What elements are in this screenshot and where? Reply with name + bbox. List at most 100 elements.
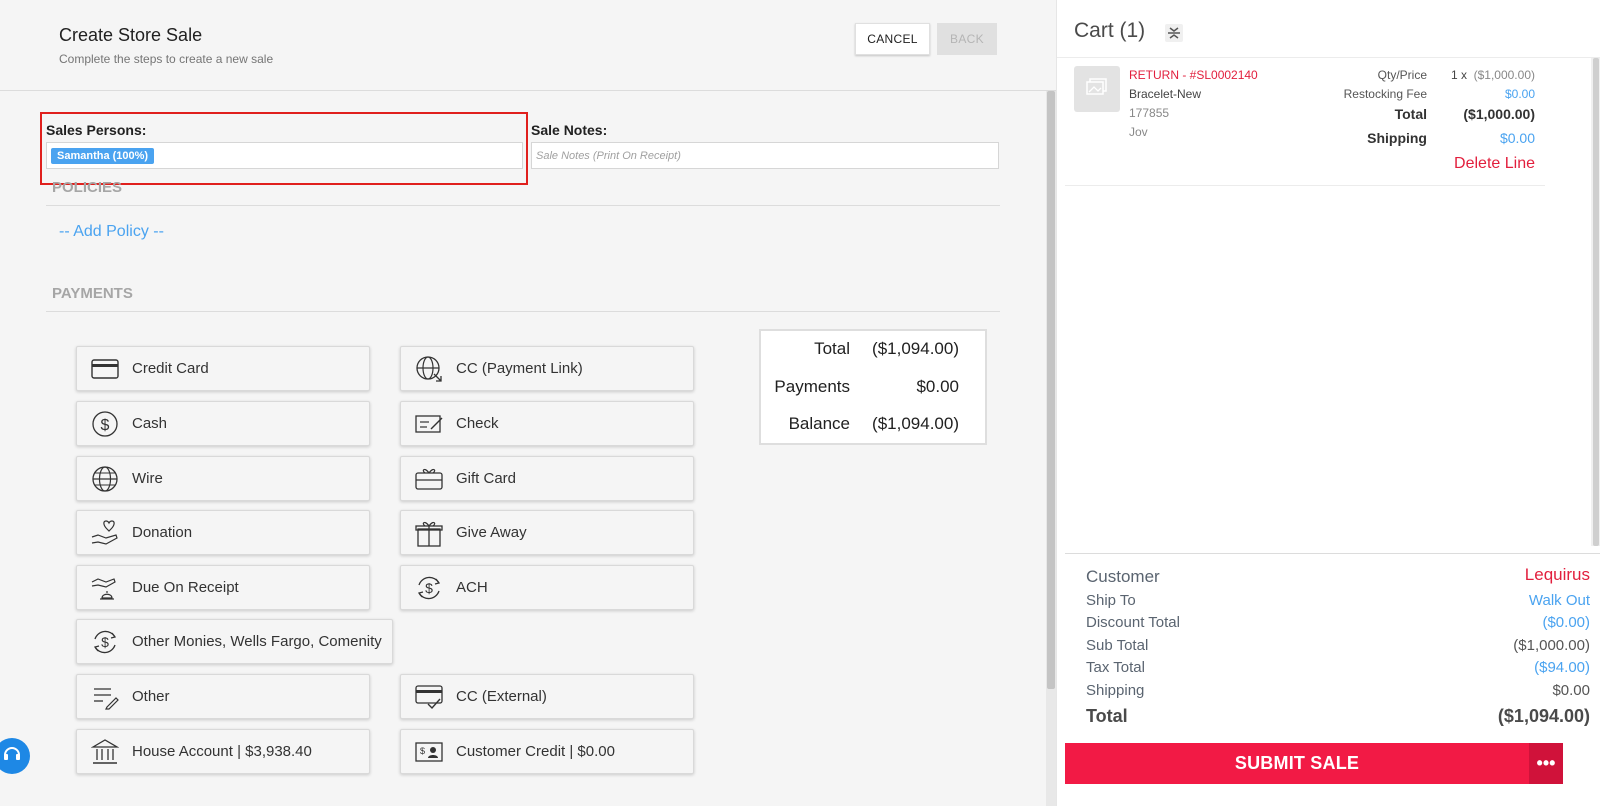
cart-panel: Cart (1) RETURN - #SL0002140 Bracelet-Ne… (1056, 0, 1600, 806)
totals-total-label: Total (814, 339, 850, 358)
cart-header-divider (1057, 57, 1600, 58)
ach-icon: $ (413, 572, 445, 604)
ship-to-label: Ship To (1086, 592, 1136, 609)
payments-divider (46, 311, 1000, 312)
image-placeholder-icon (1086, 77, 1108, 101)
globe-link-icon (413, 353, 445, 385)
payment-totals: Total ($1,094.00) Payments $0.00 Balance… (759, 329, 987, 445)
page-header: Create Store Sale Complete the steps to … (0, 0, 1056, 91)
due-receipt-icon (89, 572, 121, 604)
payment-wire-button[interactable]: Wire (76, 456, 370, 501)
main-panel: Create Store Sale Complete the steps to … (0, 0, 1056, 806)
payment-gift-card-button[interactable]: Gift Card (400, 456, 694, 501)
payment-give-away-button[interactable]: Give Away (400, 510, 694, 555)
payment-donation-button[interactable]: Donation (76, 510, 370, 555)
payment-label: House Account | $3,938.40 (132, 743, 312, 760)
delete-line-button[interactable]: Delete Line (1454, 155, 1535, 173)
totals-balance-label: Balance (788, 414, 850, 433)
product-thumbnail (1074, 66, 1120, 112)
payment-cc-external-button[interactable]: CC (External) (400, 674, 694, 719)
payment-ach-button[interactable]: $ ACH (400, 565, 694, 610)
totals-payments-value: $0.00 (916, 377, 959, 396)
payment-cc-link-button[interactable]: CC (Payment Link) (400, 346, 694, 391)
cancel-button[interactable]: CANCEL (855, 23, 930, 55)
payment-other-monies-button[interactable]: $ Other Monies, Wells Fargo, Comenity (76, 619, 393, 664)
page-title: Create Store Sale (59, 25, 203, 45)
cart-item-vendor: Jov (1129, 125, 1148, 139)
policies-divider (46, 205, 1000, 206)
cart-item-sku: 177855 (1129, 106, 1170, 120)
sale-notes-input[interactable] (531, 142, 999, 169)
discount-total-value[interactable]: ($0.00) (1542, 614, 1590, 631)
donation-hand-icon (89, 517, 121, 549)
back-button[interactable]: BACK (937, 23, 997, 55)
totals-total-value: ($1,094.00) (872, 339, 959, 358)
card-check-icon (413, 681, 445, 713)
payment-label: Gift Card (456, 470, 517, 487)
line-shipping-value[interactable]: $0.00 (1500, 130, 1535, 146)
payment-label: ACH (456, 579, 488, 596)
svg-text:$: $ (425, 580, 433, 596)
payment-label: Check (456, 415, 499, 432)
submit-sale-button[interactable]: SUBMIT SALE (1065, 743, 1529, 784)
payment-label: CC (External) (456, 688, 547, 705)
totals-payments-label: Payments (774, 377, 850, 396)
list-pen-icon (89, 681, 121, 713)
discount-total-label: Discount Total (1086, 614, 1180, 631)
payment-credit-card-button[interactable]: Credit Card (76, 346, 370, 391)
svg-text:$: $ (101, 417, 110, 434)
cart-item-product: Bracelet-New (1129, 87, 1202, 101)
tax-total-label: Tax Total (1086, 659, 1145, 676)
payment-house-account-button[interactable]: House Account | $3,938.40 (76, 729, 370, 774)
shipping-value: $0.00 (1552, 682, 1590, 699)
payment-label: Due On Receipt (132, 579, 239, 596)
dollar-coin-icon: $ (89, 408, 121, 440)
totals-balance-row: Balance ($1,094.00) (761, 414, 985, 438)
payment-label: Give Away (456, 524, 527, 541)
headset-icon (1, 743, 23, 770)
payments-title: PAYMENTS (52, 285, 133, 302)
page-subtitle: Complete the steps to create a new sale (59, 52, 274, 66)
grand-total-label: Total (1086, 706, 1128, 726)
payment-customer-credit-button[interactable]: $ Customer Credit | $0.00 (400, 729, 694, 774)
other-monies-icon: $ (89, 626, 121, 658)
cart-title: Cart (1) (1074, 19, 1146, 42)
payment-label: Wire (132, 470, 163, 487)
collapse-expand-icon[interactable] (1164, 23, 1184, 43)
gift-box-icon (413, 517, 445, 549)
grand-total-value: ($1,094.00) (1497, 706, 1590, 726)
svg-text:$: $ (420, 746, 425, 756)
bank-icon (89, 736, 121, 768)
payment-label: Donation (132, 524, 193, 541)
qty-price-value: ($1,000.00) (1473, 68, 1535, 82)
payment-cash-button[interactable]: $ Cash (76, 401, 370, 446)
sale-notes-label: Sale Notes: (531, 122, 608, 138)
gift-card-icon (413, 463, 445, 495)
line-total-label: Total (1394, 106, 1427, 122)
payment-label: Cash (132, 415, 168, 432)
payment-check-button[interactable]: Check (400, 401, 694, 446)
line-shipping-label: Shipping (1367, 130, 1427, 146)
globe-icon (89, 463, 121, 495)
ship-to-link[interactable]: Walk Out (1529, 592, 1590, 609)
credit-card-icon (89, 353, 121, 385)
restocking-fee-value[interactable]: $0.00 (1505, 87, 1535, 101)
customer-link[interactable]: Lequirus (1525, 565, 1590, 585)
qty-price-label: Qty/Price (1377, 68, 1427, 82)
help-button[interactable] (0, 738, 30, 774)
svg-text:$: $ (101, 634, 109, 650)
cart-scrollbar-thumb[interactable] (1593, 58, 1599, 546)
sub-total-value: ($1,000.00) (1513, 637, 1590, 654)
totals-balance-value: ($1,094.00) (872, 414, 959, 433)
tax-total-value[interactable]: ($94.00) (1534, 659, 1590, 676)
line-total-value: ($1,000.00) (1463, 106, 1535, 122)
qty-price-qty: 1 x (1450, 68, 1467, 82)
cart-item-return-link[interactable]: RETURN - #SL0002140 (1129, 68, 1258, 82)
payment-other-button[interactable]: Other (76, 674, 370, 719)
summary-divider (1065, 553, 1600, 554)
add-policy-link[interactable]: -- Add Policy -- (59, 223, 164, 241)
more-options-button[interactable]: ••• (1529, 743, 1563, 784)
payment-label: Customer Credit | $0.00 (456, 743, 615, 760)
payment-due-on-receipt-button[interactable]: Due On Receipt (76, 565, 370, 610)
main-scrollbar-thumb[interactable] (1047, 91, 1055, 689)
